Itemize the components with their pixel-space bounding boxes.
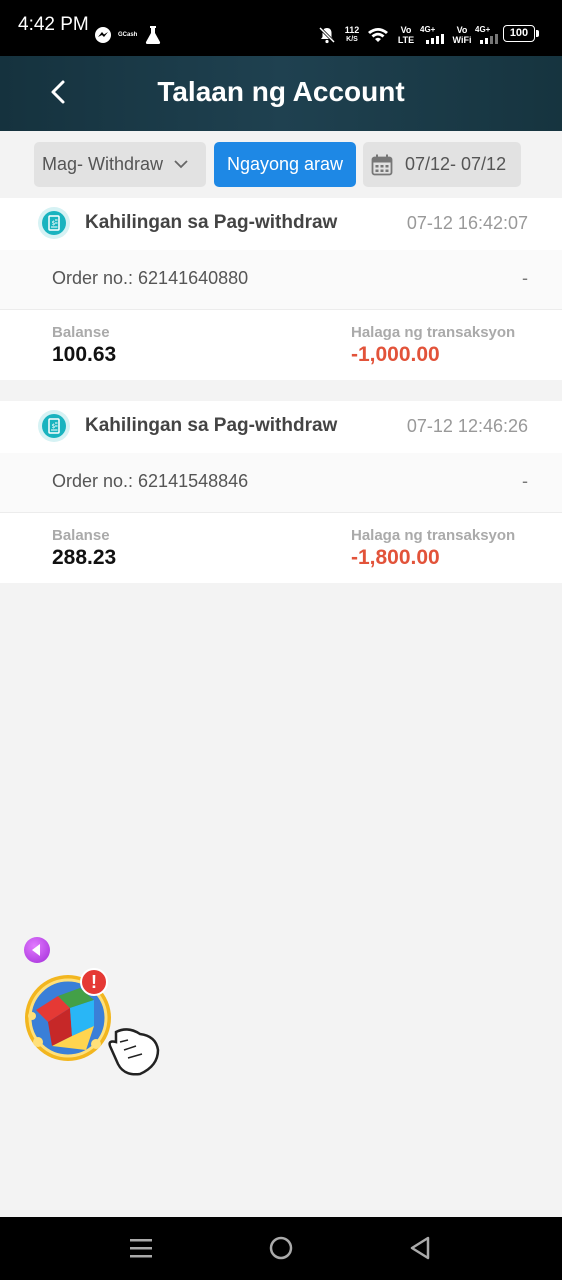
messenger-icon [95,27,111,43]
speed-value: 112 [344,25,360,35]
receipt-glyph: $ [48,418,60,434]
menu-icon [130,1239,152,1258]
order-status: - [522,268,528,288]
record-time: 07-12 16:42:07 [406,213,528,233]
date-range-picker[interactable]: 07/12- 07/12 [363,142,521,187]
record-order-row: Order no.: 62141640880 - [0,250,562,310]
wifi-icon [368,28,388,42]
chevron-down-icon [174,160,188,169]
game-widget[interactable]: ! [24,968,164,1080]
battery-indicator: 100 [503,25,539,42]
amount-label: Halaga ng transaksyon [351,527,516,544]
record-title: Kahilingan sa Pag-withdraw [85,212,338,233]
transaction-record[interactable]: $ Kahilingan sa Pag-withdraw 07-12 16:42… [0,198,562,384]
filter-bar: Mag- Withdraw Ngayong araw 07/12- 07/12 [0,131,562,197]
balance-label: Balanse [52,527,110,544]
date-range-value: 07/12- 07/12 [405,154,507,174]
record-amount-row: Balanse 288.23 Halaga ng transaksyon -1,… [0,513,562,583]
transaction-type-value: Mag- Withdraw [42,154,164,174]
volte-top: Vo [400,25,412,35]
record-header: $ Kahilingan sa Pag-withdraw 07-12 16:42… [0,198,562,250]
volte-indicator: Vo LTE [396,25,416,45]
vowifi-top: Vo [456,25,468,35]
collapse-widget-button[interactable] [24,937,50,963]
app-header: Talaan ng Account [0,56,562,131]
signal-1-icon [426,34,444,44]
record-amount-row: Balanse 100.63 Halaga ng transaksyon -1,… [0,310,562,380]
bell-off-icon [318,26,336,44]
nav-back-button[interactable] [390,1217,450,1280]
page-title: Talaan ng Account [157,76,405,107]
amount-label: Halaga ng transaksyon [351,324,516,341]
gcash-label: GCash [118,32,138,38]
transaction-record[interactable]: $ Kahilingan sa Pag-withdraw 07-12 12:46… [0,401,562,587]
notification-badge: ! [80,968,108,996]
transaction-type-select[interactable]: Mag- Withdraw [34,142,206,187]
status-time: 4:42 PM [18,14,89,35]
svg-text:$: $ [52,423,56,430]
order-number: Order no.: 62141548846 [52,471,249,491]
back-triangle-icon [410,1236,430,1260]
vowifi-bottom: WiFi [452,35,472,45]
receipt-icon: $ [38,207,70,239]
amount-value: -1,000.00 [351,343,440,366]
order-status: - [522,471,528,491]
flask-icon [145,26,161,44]
record-header: $ Kahilingan sa Pag-withdraw 07-12 12:46… [0,401,562,453]
calendar-icon [371,154,393,176]
today-filter-button[interactable]: Ngayong araw [214,142,356,187]
record-order-row: Order no.: 62141548846 - [0,453,562,513]
balance-value: 100.63 [52,343,117,366]
balance-label: Balanse [52,324,110,341]
vowifi-indicator: Vo WiFi [450,25,474,45]
receipt-icon: $ [38,410,70,442]
triangle-left-icon [32,944,40,956]
speed-unit: K/S [346,36,358,43]
system-nav-bar [0,1217,562,1280]
status-bar: 4:42 PM GCash 112 K/S Vo LTE 4G+ Vo WiFi… [0,0,562,56]
speed-indicator: 112 K/S [342,25,362,45]
order-number: Order no.: 62141640880 [52,268,249,288]
home-icon [269,1236,293,1260]
signal-2-icon [480,34,498,44]
record-time: 07-12 12:46:26 [406,416,528,436]
record-title: Kahilingan sa Pag-withdraw [85,415,338,436]
home-button[interactable] [251,1217,311,1280]
amount-value: -1,800.00 [351,546,440,569]
receipt-glyph: $ [48,215,60,231]
balance-value: 288.23 [52,546,117,569]
volte-bottom: LTE [397,35,415,45]
recent-apps-button[interactable] [110,1217,170,1280]
svg-text:$: $ [52,220,56,227]
